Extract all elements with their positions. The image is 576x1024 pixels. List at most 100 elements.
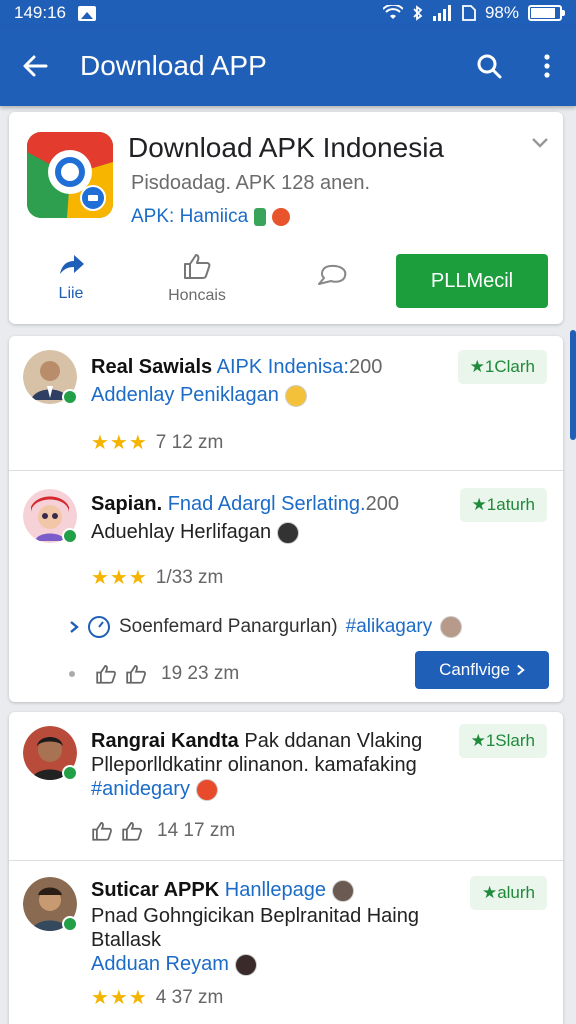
gallery-icon <box>78 5 96 21</box>
reply-tag: #alikagary <box>345 616 433 637</box>
review-tag-line: #anidegary <box>91 778 218 801</box>
app-tag-label: APK: Hamiica <box>131 206 249 227</box>
app-logo-icon <box>27 132 113 218</box>
review-title: Real Sawials AIPK Indenisa:200 <box>91 356 382 379</box>
online-indicator <box>62 389 78 405</box>
likes-row: 19 23 zm <box>69 663 239 685</box>
rating-badge[interactable]: ★alurh <box>469 876 547 910</box>
review-title-text: AIPK Indenisa: <box>216 356 349 378</box>
review-count: 200 <box>348 356 383 378</box>
status-time: 149:16 <box>14 3 66 22</box>
rating-badge[interactable]: ★1aturh <box>459 488 547 522</box>
emoji-icon <box>331 879 354 902</box>
avatar <box>23 350 78 405</box>
star-rating: ★★★ <box>91 432 148 454</box>
review-subline-text-2: Btallask <box>91 929 162 951</box>
review-time: 1/33 zm <box>155 566 224 588</box>
wifi-icon <box>382 5 403 19</box>
bullet-icon <box>69 671 75 677</box>
thumb-up-icon[interactable] <box>91 820 113 842</box>
emoji-icon <box>195 778 218 801</box>
review-item[interactable]: Suticar APPK Hanllepage Pnad Gohngicikan… <box>9 861 563 1024</box>
review-item[interactable]: Sapian. Fnad Adargl Serlating.200 Aduehl… <box>9 471 563 702</box>
plant-icon <box>254 208 267 226</box>
review-time: 4 37 zm <box>155 986 224 1008</box>
review-meta: ★★★ 4 37 zm <box>91 985 223 1010</box>
review-meta: ★★★ 1/33 zm <box>91 565 223 590</box>
avatar <box>23 489 78 544</box>
review-title-text: Hanllepage <box>224 879 326 901</box>
install-button[interactable]: PLLMecil <box>396 254 548 308</box>
online-indicator <box>62 916 78 932</box>
like-action[interactable]: Honcais <box>137 252 257 305</box>
review-time: 14 17 zm <box>157 820 236 841</box>
app-tag[interactable]: APK: Hamiica <box>131 206 291 228</box>
app-logo <box>27 132 113 218</box>
app-bar: Download APP <box>0 26 576 106</box>
gauge-icon <box>88 616 110 638</box>
review-title: Suticar APPK Hanllepage <box>91 879 354 902</box>
rating-badge[interactable]: ★1Slarh <box>458 724 547 758</box>
chevron-right-icon <box>517 664 525 676</box>
review-title-text: Pak ddanan Vlaking <box>244 730 423 752</box>
review-subline: Aduehlay Herlifagan <box>91 521 300 544</box>
app-subtitle: Pisdoadag. APK 128 anen. <box>131 172 371 194</box>
star-rating: ★★★ <box>91 567 148 589</box>
review-title: Sapian. Fnad Adargl Serlating.200 <box>91 493 399 516</box>
thumb-up-icon[interactable] <box>95 663 117 685</box>
review-meta: 14 17 zm <box>91 820 235 842</box>
sim-icon <box>462 5 476 21</box>
bluetooth-icon <box>413 5 423 21</box>
review-hashtag: #anidegary <box>91 778 190 800</box>
emoji-icon <box>277 521 300 544</box>
signal-icon <box>432 5 451 21</box>
overflow-menu-button[interactable] <box>518 26 576 106</box>
review-hashtag: Adduan Reyam <box>91 953 229 975</box>
scrollbar[interactable] <box>570 330 576 440</box>
review-time: 7 12 zm <box>155 431 224 453</box>
continue-button[interactable]: Canflvige <box>415 651 549 689</box>
expand-button[interactable] <box>531 136 549 154</box>
app-card: Download APK Indonesia Pisdoadag. APK 12… <box>9 112 563 324</box>
thumb-up-icon[interactable] <box>121 820 143 842</box>
battery-percent: 98% <box>484 3 519 22</box>
battery-icon <box>528 5 565 21</box>
more-vert-icon <box>544 54 550 78</box>
chevron-right-icon <box>70 621 79 633</box>
emoji-icon <box>234 953 257 976</box>
thumb-up-icon <box>184 254 211 279</box>
search-button[interactable] <box>460 26 518 106</box>
reply-text: Soenfemard Panargurlan) <box>119 616 338 637</box>
thumb-up-icon[interactable] <box>125 663 147 685</box>
like-label: Honcais <box>168 287 226 304</box>
online-indicator <box>62 528 78 544</box>
page-title: Download APP <box>80 50 267 81</box>
comment-action[interactable] <box>273 252 393 297</box>
chat-icon <box>318 264 347 285</box>
continue-label: Canflvige <box>439 660 510 679</box>
review-item[interactable]: Real Sawials AIPK Indenisa:200 Addenlay … <box>9 336 563 470</box>
review-item[interactable]: Rangrai Kandta Pak ddanan Vlaking Pllepo… <box>9 712 563 860</box>
reply-link[interactable]: Soenfemard Panargurlan) #alikagary <box>69 615 463 639</box>
status-bar: 149:16 98% <box>0 0 576 26</box>
review-title-text: Fnad Adargl Serlating. <box>167 493 366 515</box>
chevron-down-icon <box>532 138 548 148</box>
search-icon <box>477 54 502 79</box>
badge-icon <box>272 208 291 226</box>
review-subline-text: Pnad Gohngicikan Beplranitad Haing <box>91 905 419 927</box>
review-tag-line: Adduan Reyam <box>91 953 257 976</box>
share-label: Liie <box>58 285 84 302</box>
review-subline: Plleporlldkatinr olinanon. kamafaking <box>91 754 417 777</box>
back-button[interactable] <box>0 26 70 106</box>
share-icon <box>60 255 84 274</box>
share-action[interactable]: Liie <box>11 252 131 303</box>
review-count: 200 <box>365 493 399 515</box>
avatar <box>23 726 78 781</box>
review-author: Suticar APPK <box>91 879 220 901</box>
reviews-card-1: Real Sawials AIPK Indenisa:200 Addenlay … <box>9 336 563 702</box>
app-title: Download APK Indonesia <box>128 132 444 163</box>
emoji-icon <box>284 384 307 407</box>
review-author: Sapian. <box>91 493 163 515</box>
review-subline-2: Btallask <box>91 929 161 952</box>
rating-badge[interactable]: ★1Clarh <box>457 350 547 384</box>
